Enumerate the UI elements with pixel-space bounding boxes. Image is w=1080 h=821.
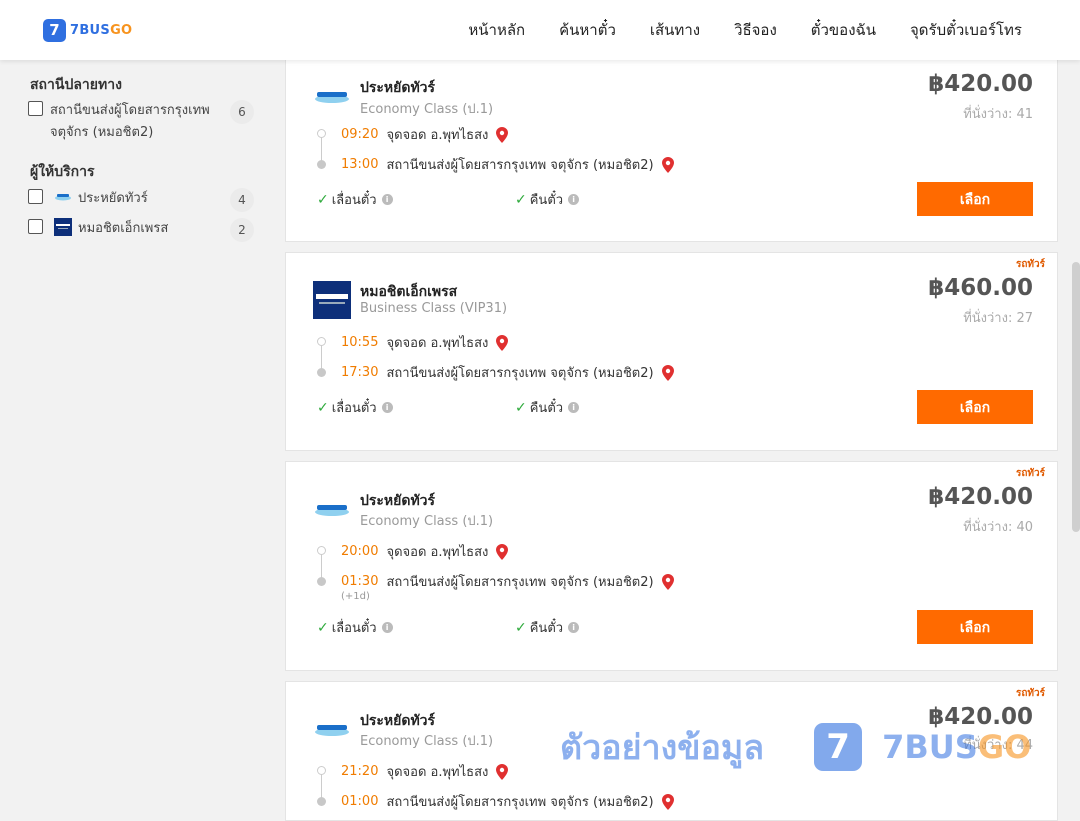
- info-icon[interactable]: i: [568, 622, 580, 633]
- info-icon[interactable]: i: [568, 402, 580, 413]
- check-icon: ✓: [317, 191, 329, 208]
- map-pin-icon[interactable]: [496, 543, 509, 560]
- nav-ticket-pickup[interactable]: จุดรับตั๋วเบอร์โทร: [910, 18, 1022, 42]
- mochit-express-logo-icon: [54, 218, 72, 236]
- destination-count-badge: 6: [230, 100, 254, 124]
- arrival-stop: 17:30 สถานีขนส่งผู้โดยสารกรุงเทพ จตุจักร …: [341, 362, 674, 383]
- map-pin-icon[interactable]: [496, 126, 509, 143]
- logo-text: 7BUSGO: [70, 23, 133, 38]
- info-icon[interactable]: i: [381, 622, 393, 633]
- seats-available: ที่นั่งว่าง: 40: [963, 520, 1033, 535]
- trip-card: ประหยัดทัวร์ Economy Class (ป.1) ฿420.00…: [285, 56, 1058, 242]
- refund-policy: ✓ คืนตั๋ว i: [515, 617, 580, 638]
- refund-policy: ✓ คืนตั๋ว i: [515, 397, 580, 418]
- trip-price: ฿460.00: [928, 275, 1033, 301]
- operator-checkbox[interactable]: [28, 219, 43, 234]
- prayad-tour-logo-icon: [55, 194, 71, 201]
- destination-filter-title: สถานีปลายทาง: [30, 77, 122, 93]
- info-icon[interactable]: i: [381, 194, 393, 205]
- check-icon: ✓: [515, 619, 527, 636]
- route-timeline: [317, 337, 327, 377]
- operator-label: ประหยัดทัวร์: [78, 191, 148, 206]
- prayad-tour-logo-icon: [315, 725, 349, 736]
- next-day-indicator: (+1d): [341, 591, 370, 602]
- check-icon: ✓: [317, 619, 329, 636]
- select-trip-button[interactable]: เลือก: [917, 390, 1033, 424]
- info-icon[interactable]: i: [568, 194, 580, 205]
- arrival-stop: 13:00 สถานีขนส่งผู้โดยสารกรุงเทพ จตุจักร …: [341, 154, 674, 175]
- sample-data-watermark: ตัวอย่างข้อมูล 7 7BUSGO: [560, 720, 1031, 774]
- map-pin-icon[interactable]: [661, 573, 674, 590]
- departure-stop: 21:20 จุดจอด อ.พุทไธสง: [341, 761, 509, 782]
- operator-count-badge: 4: [230, 188, 254, 212]
- change-policy: ✓ เลื่อนตั๋ว i: [317, 189, 393, 210]
- destination-checkbox[interactable]: [28, 101, 43, 116]
- destination-label: สถานีขนส่งผู้โดยสารกรุงเทพ จตุจักร (หมอช…: [50, 103, 210, 140]
- operator-label: หมอชิตเอ็กเพรส: [78, 221, 169, 236]
- nav-home[interactable]: หน้าหลัก: [468, 18, 525, 42]
- change-policy: ✓ เลื่อนตั๋ว i: [317, 617, 393, 638]
- arrival-stop: 01:00 สถานีขนส่งผู้โดยสารกรุงเทพ จตุจักร …: [341, 791, 674, 812]
- site-logo[interactable]: 7 7BUSGO: [43, 19, 132, 42]
- operator-name: ประหยัดทัวร์: [360, 713, 436, 729]
- operator-name: หมอชิตเอ็กเพรส: [360, 284, 458, 300]
- change-policy: ✓ เลื่อนตั๋ว i: [317, 397, 393, 418]
- trip-card: รถทัวร์ หมอชิตเอ็กเพรส Business Class (V…: [285, 252, 1058, 451]
- arrival-stop: 01:30 สถานีขนส่งผู้โดยสารกรุงเทพ จตุจักร …: [341, 571, 674, 592]
- tour-tag: รถทัวร์: [1015, 468, 1045, 479]
- map-pin-icon[interactable]: [496, 334, 509, 351]
- seats-available: ที่นั่งว่าง: 41: [963, 107, 1033, 122]
- info-icon[interactable]: i: [381, 402, 393, 413]
- operator-filter-row[interactable]: หมอชิตเอ็กเพรส 2: [28, 218, 256, 242]
- check-icon: ✓: [317, 399, 329, 416]
- tour-tag: รถทัวร์: [1015, 688, 1045, 699]
- departure-stop: 20:00 จุดจอด อ.พุทไธสง: [341, 541, 509, 562]
- check-icon: ✓: [515, 191, 527, 208]
- destination-filter-row[interactable]: สถานีขนส่งผู้โดยสารกรุงเทพ จตุจักร (หมอช…: [28, 100, 256, 144]
- operator-name: ประหยัดทัวร์: [360, 80, 436, 96]
- prayad-tour-logo-icon: [315, 92, 349, 103]
- nav-how-to-book[interactable]: วิธีจอง: [734, 18, 777, 42]
- bus-class: Economy Class (ป.1): [360, 514, 494, 529]
- select-trip-button[interactable]: เลือก: [917, 182, 1033, 216]
- trip-price: ฿420.00: [928, 71, 1033, 97]
- route-timeline: [317, 129, 327, 169]
- watermark-logo-icon: 7: [814, 723, 863, 771]
- page-scrollbar[interactable]: [1072, 262, 1080, 532]
- trip-price: ฿420.00: [928, 484, 1033, 510]
- seats-available: ที่นั่งว่าง: 27: [963, 311, 1033, 326]
- bus-class: Economy Class (ป.1): [360, 734, 494, 749]
- main-nav: หน้าหลัก ค้นหาตั๋ว เส้นทาง วิธีจอง ตั๋วข…: [434, 0, 1022, 60]
- select-trip-button[interactable]: เลือก: [917, 610, 1033, 644]
- trip-card: รถทัวร์ ประหยัดทัวร์ Economy Class (ป.1)…: [285, 461, 1058, 671]
- watermark-brand: 7BUSGO: [882, 728, 1032, 766]
- bus-class: Economy Class (ป.1): [360, 102, 494, 117]
- map-pin-icon[interactable]: [661, 793, 674, 810]
- nav-search-tickets[interactable]: ค้นหาตั๋ว: [559, 18, 616, 42]
- route-timeline: [317, 546, 327, 586]
- filter-sidebar: สถานีปลายทาง สถานีขนส่งผู้โดยสารกรุงเทพ …: [0, 60, 270, 800]
- nav-routes[interactable]: เส้นทาง: [650, 18, 700, 42]
- operator-name: ประหยัดทัวร์: [360, 493, 436, 509]
- refund-policy: ✓ คืนตั๋ว i: [515, 189, 580, 210]
- route-timeline: [317, 766, 327, 806]
- operator-filter-title: ผู้ให้บริการ: [30, 164, 95, 180]
- prayad-tour-logo-icon: [315, 505, 349, 516]
- departure-stop: 10:55 จุดจอด อ.พุทไธสง: [341, 332, 509, 353]
- operator-filter-row[interactable]: ประหยัดทัวร์ 4: [28, 188, 256, 212]
- map-pin-icon[interactable]: [661, 364, 674, 381]
- watermark-text: ตัวอย่างข้อมูล: [560, 728, 765, 768]
- operator-count-badge: 2: [230, 218, 254, 242]
- map-pin-icon[interactable]: [496, 763, 509, 780]
- departure-stop: 09:20 จุดจอด อ.พุทไธสง: [341, 124, 509, 145]
- map-pin-icon[interactable]: [661, 156, 674, 173]
- mochit-express-logo-icon: [313, 281, 351, 319]
- bus-class: Business Class (VIP31): [360, 301, 508, 316]
- nav-my-tickets[interactable]: ตั๋วของฉัน: [811, 18, 876, 42]
- top-header: 7 7BUSGO หน้าหลัก ค้นหาตั๋ว เส้นทาง วิธี…: [0, 0, 1080, 60]
- logo-mark-icon: 7: [43, 19, 66, 42]
- check-icon: ✓: [515, 399, 527, 416]
- tour-tag: รถทัวร์: [1015, 259, 1045, 270]
- operator-checkbox[interactable]: [28, 189, 43, 204]
